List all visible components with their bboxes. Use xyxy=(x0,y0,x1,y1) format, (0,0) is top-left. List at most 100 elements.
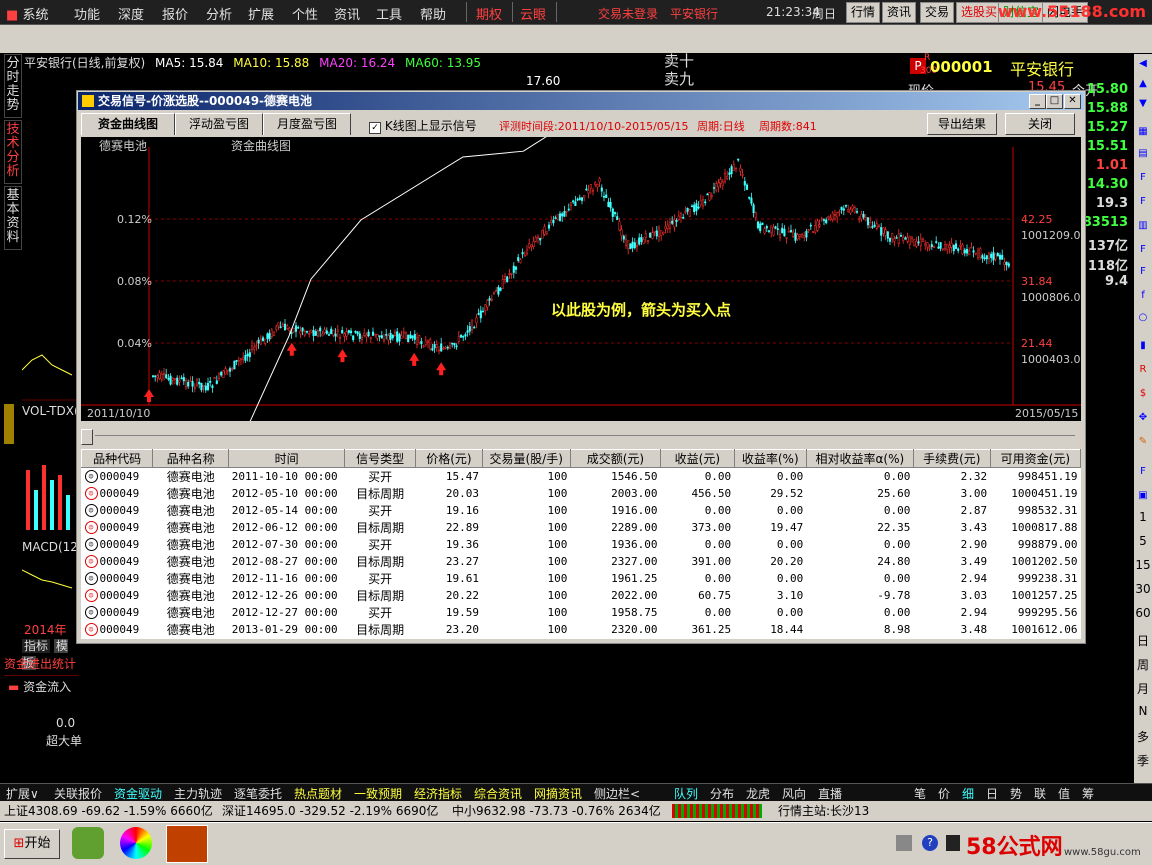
menu-help[interactable]: 帮助 xyxy=(420,4,446,23)
quote-button[interactable]: 行情 xyxy=(846,2,881,23)
browser-app-icon[interactable] xyxy=(120,827,152,859)
bottom-tab[interactable]: 队列 xyxy=(674,785,698,802)
column-header[interactable]: 信号类型 xyxy=(343,449,417,468)
collapse-handle[interactable] xyxy=(4,404,14,444)
period-month[interactable]: 月 xyxy=(1134,680,1152,697)
speaker-icon[interactable] xyxy=(946,835,960,851)
menu-options[interactable]: 期权 xyxy=(476,4,502,23)
period-quarter[interactable]: 季 xyxy=(1134,752,1152,769)
bottom-tab[interactable]: 直播 xyxy=(818,785,842,802)
column-header[interactable]: 成交额(元) xyxy=(569,449,662,468)
chat-app-icon[interactable] xyxy=(72,827,104,859)
table-row[interactable]: ☺ 000049 德赛电池 2012-07-30 00:00 买开 19.36 100 193… xyxy=(82,536,1081,553)
period-day[interactable]: 日 xyxy=(1134,632,1152,649)
pen-icon[interactable]: ✎ xyxy=(1135,434,1151,450)
column-header[interactable]: 时间 xyxy=(228,449,345,468)
bottom-tab[interactable]: 分布 xyxy=(710,785,734,802)
bottom-tab[interactable]: 势 xyxy=(1010,785,1022,802)
bottom-tab[interactable]: 热点题材 xyxy=(294,785,342,802)
bottom-tab[interactable]: 联 xyxy=(1034,785,1046,802)
column-header[interactable]: 价格(元) xyxy=(415,449,483,468)
menu-cloud-eye[interactable]: 云眼 xyxy=(520,4,546,23)
column-header[interactable]: 品种代码 xyxy=(81,449,154,468)
column-header[interactable]: 交易量(股/手) xyxy=(481,449,571,468)
keyboard-icon[interactable] xyxy=(896,835,912,851)
f5-icon[interactable]: F xyxy=(1135,464,1151,480)
fiz-icon[interactable]: F xyxy=(1135,264,1151,280)
fio-icon[interactable]: F xyxy=(1135,194,1151,210)
bottom-tab[interactable]: 主力轨迹 xyxy=(174,785,222,802)
tab-capital-curve[interactable]: 资金曲线图 xyxy=(81,113,175,135)
move-icon[interactable]: ✥ xyxy=(1135,410,1151,426)
menu-news[interactable]: 资讯 xyxy=(334,4,360,23)
column-header[interactable]: 手续费(元) xyxy=(912,449,991,468)
maximize-icon[interactable]: □ xyxy=(1046,94,1063,109)
grid-icon[interactable]: ▦ xyxy=(1135,124,1151,140)
trading-app-icon[interactable] xyxy=(166,825,208,863)
bottom-tab[interactable]: 筹 xyxy=(1082,785,1094,802)
period-n[interactable]: N xyxy=(1134,704,1152,718)
candle-icon[interactable]: ▮ xyxy=(1135,338,1151,354)
period-week[interactable]: 周 xyxy=(1134,656,1152,673)
bottom-tab[interactable]: 日 xyxy=(986,785,998,802)
menu-tools[interactable]: 工具 xyxy=(376,4,402,23)
column-header[interactable]: 可用资金(元) xyxy=(989,449,1081,468)
tab-intraday[interactable]: 分时走势 xyxy=(4,54,22,118)
table-row[interactable]: ☺ 000049 德赛电池 2012-05-14 00:00 买开 19.16 100 191… xyxy=(82,502,1081,519)
trade-button[interactable]: 交易 xyxy=(920,2,955,23)
circle-icon[interactable]: ○ xyxy=(1135,310,1151,326)
table-row[interactable]: ☺ 000049 德赛电池 2012-06-12 00:00 目标周期 22.89 100 2… xyxy=(82,519,1081,536)
menu-extend[interactable]: 扩展 xyxy=(248,4,274,23)
bottom-tab[interactable]: 笔 xyxy=(914,785,926,802)
table-row[interactable]: ☺ 000049 德赛电池 2012-12-27 00:00 买开 19.59 100 195… xyxy=(82,604,1081,621)
dollar-icon[interactable]: $ xyxy=(1135,386,1151,402)
column-header[interactable]: 收益率(%) xyxy=(733,449,807,468)
arrow-down-icon[interactable]: ▼ xyxy=(1135,96,1151,112)
start-button[interactable]: ⊞开始 xyxy=(4,829,60,859)
dialog-titlebar[interactable]: 交易信号-价涨选股--000049-德赛电池 _ □ ✕ xyxy=(78,92,1084,110)
rsi-icon[interactable]: R xyxy=(1135,362,1151,378)
table-row[interactable]: ☺ 000049 德赛电池 2012-05-10 00:00 目标周期 20.03 100 2… xyxy=(82,485,1081,502)
bottom-tab[interactable]: 风向 xyxy=(782,785,806,802)
table-row[interactable]: ☺ 000049 德赛电池 2011-10-10 00:00 买开 15.47 100 154… xyxy=(82,468,1081,486)
menu-depth[interactable]: 深度 xyxy=(118,4,144,23)
period-15[interactable]: 15 xyxy=(1134,558,1152,572)
formula-icon[interactable]: f xyxy=(1135,288,1151,304)
period-60[interactable]: 60 xyxy=(1134,606,1152,620)
bottom-tab[interactable]: 扩展∨ xyxy=(6,785,39,802)
table-row[interactable]: ☺ 000049 德赛电池 2012-11-16 00:00 买开 19.61 100 196… xyxy=(82,570,1081,587)
bottom-tab[interactable]: 资金驱动 xyxy=(114,785,162,802)
tab-floating-pnl[interactable]: 浮动盈亏图 xyxy=(175,113,263,135)
layout-icon[interactable]: ▣ xyxy=(1135,488,1151,504)
news-button[interactable]: 资讯 xyxy=(882,2,917,23)
chart-icon[interactable]: ▥ xyxy=(1135,218,1151,234)
period-30[interactable]: 30 xyxy=(1134,582,1152,596)
bottom-tab[interactable]: 细 xyxy=(962,785,974,802)
bottom-tab[interactable]: 关联报价 xyxy=(54,785,102,802)
bottom-tab[interactable]: 价 xyxy=(938,785,950,802)
help-icon[interactable]: ? xyxy=(922,835,938,851)
export-button[interactable]: 导出结果 xyxy=(927,113,997,135)
column-header[interactable]: 品种名称 xyxy=(152,449,230,468)
table-icon[interactable]: ▤ xyxy=(1135,146,1151,162)
stock-pick-button[interactable]: 选股买 xyxy=(956,2,1003,23)
bottom-tab[interactable]: 侧边栏< xyxy=(594,785,640,802)
table-row[interactable]: ☺ 000049 德赛电池 2012-12-26 00:00 目标周期 20.22 100 2… xyxy=(82,587,1081,604)
tab-fundamental[interactable]: 基本资料 xyxy=(4,186,22,250)
arrow-left-icon[interactable]: ◀ xyxy=(1135,56,1151,72)
close-button[interactable]: 关闭 xyxy=(1005,113,1075,135)
bottom-tab[interactable]: 逐笔委托 xyxy=(234,785,282,802)
menu-function[interactable]: 功能 xyxy=(74,4,100,23)
tab-monthly-pnl[interactable]: 月度盈亏图 xyxy=(263,113,351,135)
show-signal-checkbox[interactable]: ✓ K线图上显示信号 xyxy=(369,117,477,134)
trade-login-status[interactable]: 交易未登录 xyxy=(598,5,658,22)
menu-quote[interactable]: 报价 xyxy=(162,4,188,23)
period-multi[interactable]: 多 xyxy=(1134,728,1152,745)
arrow-up-icon[interactable]: ▲ xyxy=(1135,76,1151,92)
bottom-tab[interactable]: 值 xyxy=(1058,785,1070,802)
column-header[interactable]: 相对收益率α(%) xyxy=(805,449,914,468)
chart-scroll-track[interactable] xyxy=(95,435,1075,436)
minimize-icon[interactable]: _ xyxy=(1029,94,1046,109)
menu-personal[interactable]: 个性 xyxy=(292,4,318,23)
close-icon[interactable]: ✕ xyxy=(1064,94,1081,109)
